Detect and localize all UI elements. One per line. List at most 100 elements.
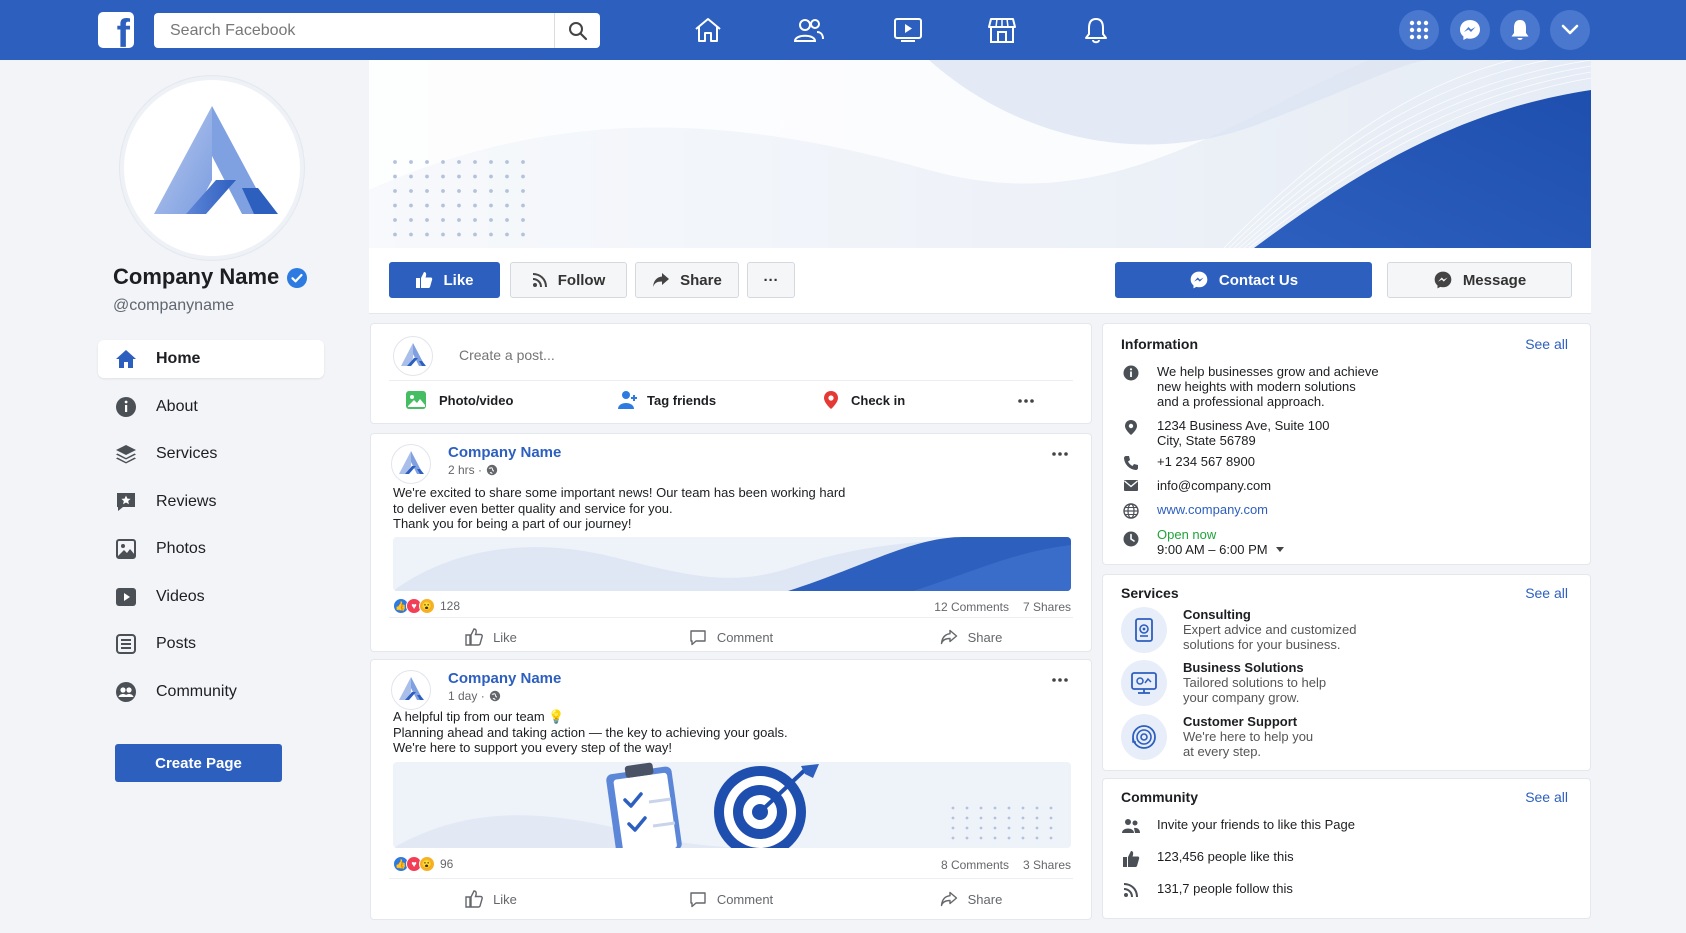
sidebar-item-home[interactable]: Home: [98, 340, 324, 378]
reaction-count: 96: [440, 857, 454, 871]
hours-dropdown[interactable]: 9:00 AM – 6:00 PM: [1157, 542, 1284, 557]
menu-button[interactable]: [1399, 10, 1439, 50]
post-like-button[interactable]: Like: [371, 884, 611, 914]
nav-marketplace[interactable]: [984, 12, 1020, 48]
sidebar-item-photos[interactable]: Photos: [98, 530, 324, 568]
create-post-input[interactable]: [459, 338, 1069, 372]
reaction-icons[interactable]: 👍 ♥ 😮: [393, 598, 435, 614]
comment-icon: [690, 629, 706, 645]
post-options-button[interactable]: [1047, 446, 1073, 462]
rss-icon: [1121, 881, 1141, 898]
sidebar-item-community[interactable]: Community: [98, 673, 324, 711]
service-name: Business Solutions: [1183, 660, 1304, 675]
share-page-button[interactable]: Share: [635, 262, 739, 298]
post-author-avatar[interactable]: [391, 670, 431, 710]
composer-more-button[interactable]: [1011, 390, 1041, 412]
company-logo: [154, 106, 278, 214]
service-name: Customer Support: [1183, 714, 1298, 729]
post-share-button[interactable]: Share: [851, 884, 1091, 914]
messenger-button[interactable]: [1450, 10, 1490, 50]
messenger-icon: [1190, 271, 1208, 289]
like-page-label: Like: [443, 271, 474, 289]
follow-button[interactable]: Follow: [510, 262, 627, 298]
location-pin-icon: [824, 391, 838, 409]
services-card: Services See all Consulting Expert advic…: [1102, 574, 1591, 771]
post-comment-button[interactable]: Comment: [611, 884, 851, 914]
share-count[interactable]: 7 Shares: [1023, 600, 1071, 614]
create-page-button[interactable]: Create Page: [115, 744, 282, 782]
rss-icon: [532, 273, 547, 288]
email-address[interactable]: info@company.com: [1157, 478, 1271, 493]
sidebar-item-services[interactable]: Services: [98, 435, 324, 473]
nav-home[interactable]: [690, 12, 726, 48]
message-button[interactable]: Message: [1387, 262, 1572, 298]
post-actions-bar: Like Comment Share: [371, 623, 1091, 651]
sidebar-item-videos[interactable]: Videos: [98, 578, 324, 616]
facebook-logo[interactable]: f: [98, 12, 134, 48]
more-dots-icon: [1018, 399, 1034, 403]
sidebar-item-about[interactable]: About: [98, 388, 324, 426]
share-page-label: Share: [680, 271, 722, 289]
more-actions-button[interactable]: ···: [747, 262, 795, 298]
post-image[interactable]: [393, 537, 1071, 591]
contact-us-button[interactable]: Contact Us: [1115, 262, 1372, 298]
divider: [389, 380, 1073, 381]
star-comment-icon: [114, 490, 138, 514]
tag-friends-button[interactable]: Tag friends: [617, 390, 716, 410]
invite-friends-row[interactable]: Invite your friends to like this Page: [1121, 817, 1355, 834]
services-see-all-link[interactable]: See all: [1525, 585, 1568, 601]
service-item-consulting[interactable]: Consulting Expert advice and customized …: [1121, 607, 1356, 653]
nav-watch[interactable]: [890, 12, 926, 48]
post-share-button[interactable]: Share: [851, 623, 1091, 651]
website-link[interactable]: www.company.com: [1157, 502, 1268, 519]
sidebar-item-reviews[interactable]: Reviews: [98, 483, 324, 521]
account-menu-button[interactable]: [1550, 10, 1590, 50]
post-text-line: We're excited to share some important ne…: [393, 485, 846, 500]
comment-count[interactable]: 12 Comments: [934, 600, 1009, 614]
more-dots-icon: [1052, 678, 1068, 682]
search-input[interactable]: [154, 13, 554, 48]
page-title: Company Name: [113, 264, 280, 289]
business-hours: 9:00 AM – 6:00 PM: [1157, 542, 1268, 557]
community-see-all-link[interactable]: See all: [1525, 789, 1568, 805]
email-row: info@company.com: [1121, 478, 1271, 493]
check-in-button[interactable]: Check in: [823, 390, 905, 410]
sidebar-item-posts[interactable]: Posts: [98, 625, 324, 663]
notification-icon: [1511, 20, 1529, 40]
post-comment-button[interactable]: Comment: [611, 623, 851, 651]
sidebar-item-label: Services: [156, 445, 218, 462]
cover-photo[interactable]: [369, 60, 1591, 248]
posts-icon: [114, 632, 138, 656]
share-count[interactable]: 3 Shares: [1023, 858, 1071, 872]
post-author-name[interactable]: Company Name: [448, 444, 561, 461]
post-author-avatar[interactable]: [391, 444, 431, 484]
search-button[interactable]: [554, 13, 600, 48]
open-status: Open now: [1157, 527, 1217, 542]
search-box: [154, 13, 600, 48]
nav-notifications[interactable]: [1078, 12, 1114, 48]
post-options-button[interactable]: [1047, 672, 1073, 688]
service-item-business-solutions[interactable]: Business Solutions Tailored solutions to…: [1121, 660, 1326, 706]
comment-count[interactable]: 8 Comments: [941, 858, 1009, 872]
divider: [389, 878, 1073, 879]
business-solutions-icon: [1121, 660, 1167, 706]
information-see-all-link[interactable]: See all: [1525, 336, 1568, 352]
notifications-button[interactable]: [1500, 10, 1540, 50]
likes-row: 123,456 people like this: [1121, 849, 1294, 868]
photo-video-button[interactable]: Photo/video: [405, 390, 513, 410]
info-icon: [114, 395, 138, 419]
post-comment-label: Comment: [716, 629, 774, 645]
phone-number[interactable]: +1 234 567 8900: [1157, 454, 1255, 471]
reaction-icons[interactable]: 👍 ♥ 😮: [393, 856, 435, 872]
like-page-button[interactable]: Like: [389, 262, 500, 298]
post-image[interactable]: [393, 762, 1071, 848]
profile-avatar[interactable]: [120, 76, 304, 260]
service-item-customer-support[interactable]: Customer Support We're here to help you …: [1121, 714, 1313, 760]
post-like-button[interactable]: Like: [371, 623, 611, 651]
location-pin-icon: [1121, 418, 1141, 448]
post-author-name[interactable]: Company Name: [448, 670, 561, 687]
globe-icon: [1121, 502, 1141, 519]
post-timestamp: 1 day ·: [448, 689, 485, 703]
nav-friends[interactable]: [791, 12, 827, 48]
chevron-down-icon: [1561, 24, 1579, 35]
